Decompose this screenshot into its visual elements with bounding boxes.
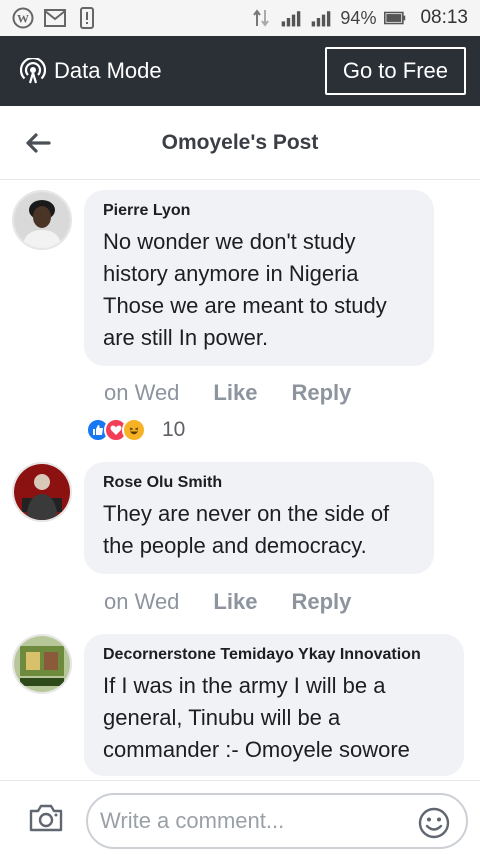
comment-text: If I was in the army I will be a general… [103,670,448,766]
back-arrow-icon [26,132,51,153]
broadcast-icon [19,56,47,84]
gmail-icon [44,7,66,29]
status-bar: W 94% 08:13 [0,0,480,36]
emoji-icon[interactable] [418,807,450,839]
camera-button[interactable] [26,798,66,838]
signal-h-plus-icon [280,7,302,29]
comment-line: the people and democracy. [103,533,367,558]
svg-text:W: W [17,12,29,26]
comment-input[interactable] [100,808,400,834]
comment-time: on Wed [104,380,180,405]
reaction-count: 10 [162,418,186,441]
comment-line: Those we are meant to study [103,293,387,318]
comment-line: are still In power. [103,325,269,350]
comment-line: commander :- Omoyele sowore [103,737,410,762]
page-title: Omoyele's Post [161,130,319,154]
reply-button[interactable]: Reply [291,380,351,406]
comment-line: They are never on the side of [103,501,390,526]
avatar[interactable] [12,190,72,250]
comment-text: No wonder we don't study history anymore… [103,226,418,354]
battery-percent: 94% [340,7,377,28]
comment-actions: on Wed Like Reply [104,380,351,406]
data-mode-banner: Data Mode Go to Free [0,36,480,106]
comment-bubble[interactable]: Pierre Lyon No wonder we don't study his… [84,190,434,366]
signal-h-icon [310,7,332,29]
comment-input-box[interactable] [86,793,468,849]
like-button[interactable]: Like [213,589,257,615]
comment-author[interactable]: Pierre Lyon [103,202,418,220]
go-to-free-button[interactable]: Go to Free [324,47,466,95]
reply-button[interactable]: Reply [291,589,351,615]
data-transfer-icon [250,7,272,29]
data-mode-label: Data Mode [54,58,162,83]
comment-author[interactable]: Rose Olu Smith [103,474,418,492]
clock: 08:13 [420,7,468,28]
reaction-summary[interactable]: 10 [86,418,185,442]
comment-bubble[interactable]: Decornerstone Temidayo Ykay Innovation I… [84,634,464,776]
camera-icon [29,804,63,831]
comment-line: No wonder we don't study [103,229,356,254]
comment-line: If I was in the army I will be a [103,673,386,698]
comment-actions: on Wed Like Reply [104,589,351,615]
wordpress-icon: W [12,7,34,29]
back-button[interactable] [8,113,68,173]
comment-line: general, Tinubu will be a [103,705,341,730]
comment-time: on Wed [104,589,180,614]
comment-text: They are never on the side of the people… [103,498,418,562]
like-button[interactable]: Like [213,380,257,406]
comment-bubble[interactable]: Rose Olu Smith They are never on the sid… [84,462,434,574]
comment-line: history anymore in Nigeria [103,261,359,286]
haha-reaction-icon [122,418,146,442]
alert-icon [76,7,98,29]
comment-composer [0,780,480,854]
post-header: Omoyele's Post [0,106,480,180]
avatar[interactable] [12,634,72,694]
avatar[interactable] [12,462,72,522]
battery-icon [384,7,406,29]
comment-author[interactable]: Decornerstone Temidayo Ykay Innovation [103,646,448,664]
